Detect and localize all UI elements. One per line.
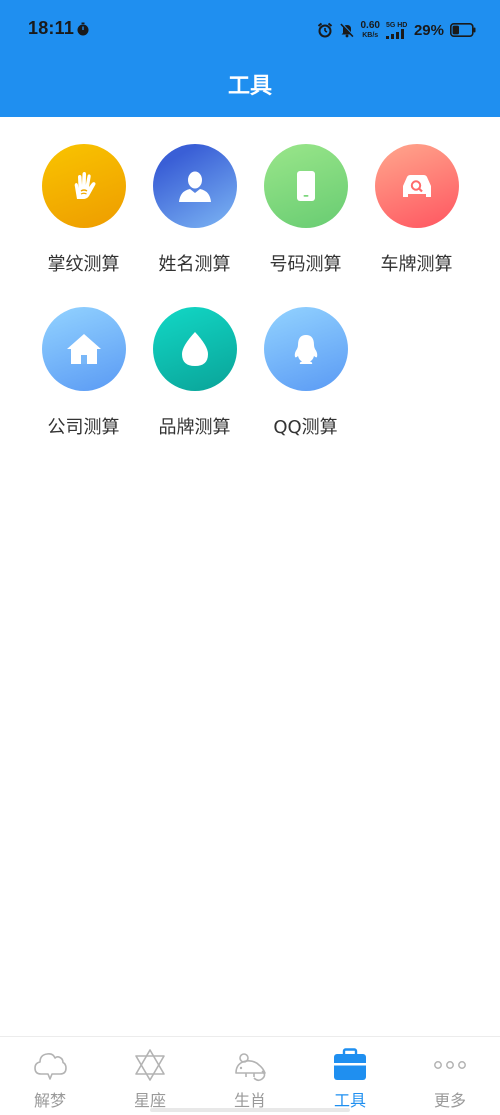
tab-dream[interactable]: 解梦 xyxy=(0,1037,100,1115)
app-header: 18:11 0.60 KB/s 5G HD 29% 工具 xyxy=(0,0,500,117)
page-title: 工具 xyxy=(227,74,272,99)
signal-bars-icon xyxy=(385,28,404,39)
tool-name-reading[interactable]: 姓名测算 xyxy=(139,144,250,284)
tab-zodiac[interactable]: 星座 xyxy=(100,1037,200,1115)
tool-icon-circle xyxy=(41,144,126,228)
drop-icon xyxy=(181,332,208,366)
star-of-david-icon xyxy=(135,1049,165,1081)
network-speed-value: 0.60 xyxy=(360,20,380,31)
tool-license-plate-reading[interactable]: 车牌测算 xyxy=(361,144,472,284)
battery-percent: 29% xyxy=(413,21,444,39)
bell-muted-icon xyxy=(339,22,354,38)
cloud-icon xyxy=(34,1053,67,1080)
tool-number-reading[interactable]: 号码测算 xyxy=(250,144,361,284)
status-icons: 0.60 KB/s 5G HD 29% xyxy=(317,17,477,43)
tool-palm-reading[interactable]: 掌纹测算 xyxy=(28,144,139,284)
network-speed-unit: KB/s xyxy=(362,32,379,39)
tab-label: 更多 xyxy=(433,1091,466,1110)
car-icon xyxy=(402,175,431,197)
tool-icon-circle xyxy=(152,144,237,228)
status-bar: 18:11 0.60 KB/s 5G HD 29% xyxy=(0,0,500,58)
stopwatch-icon xyxy=(77,22,89,36)
qq-penguin-icon xyxy=(294,335,317,364)
palm-icon xyxy=(74,172,95,199)
tab-tools[interactable]: 工具 xyxy=(300,1037,400,1115)
rat-icon xyxy=(235,1053,266,1082)
tool-label: 公司测算 xyxy=(47,417,120,438)
tab-label: 解梦 xyxy=(33,1091,66,1110)
tab-chinese-zodiac[interactable]: 生肖 xyxy=(200,1037,300,1115)
tool-label: 姓名测算 xyxy=(158,254,231,275)
more-dots-icon xyxy=(434,1061,466,1069)
tool-company-reading[interactable]: 公司测算 xyxy=(28,307,139,447)
tool-label: 车牌测算 xyxy=(380,254,453,275)
phone-icon xyxy=(296,171,315,201)
bottom-tab-bar: 解梦 星座 生肖 工具 更多 xyxy=(0,1036,500,1115)
tool-label: 号码测算 xyxy=(269,254,342,275)
tool-brand-reading[interactable]: 品牌测算 xyxy=(139,307,250,447)
alarm-icon xyxy=(317,22,332,38)
network-type-label: 5G HD xyxy=(385,21,408,29)
status-time: 18:11 xyxy=(28,18,75,38)
battery-icon xyxy=(450,23,476,37)
tool-icon-circle xyxy=(152,307,237,391)
tool-qq-reading[interactable]: QQ测算 xyxy=(250,307,361,447)
tool-label: 品牌测算 xyxy=(158,417,231,438)
tool-icon-circle xyxy=(374,144,459,228)
tool-icon-circle xyxy=(41,307,126,391)
tab-more[interactable]: 更多 xyxy=(400,1037,500,1115)
home-indicator[interactable] xyxy=(150,1108,350,1112)
cellular-signal: 5G HD xyxy=(385,21,408,39)
tool-icon-circle xyxy=(263,144,348,228)
tool-label: 掌纹测算 xyxy=(47,254,120,275)
toolbox-icon xyxy=(334,1048,366,1080)
tool-icon-circle xyxy=(263,307,348,391)
tool-label: QQ测算 xyxy=(273,417,338,438)
house-icon xyxy=(66,334,101,364)
person-icon xyxy=(178,171,211,202)
network-speed: 0.60 KB/s xyxy=(360,20,380,40)
